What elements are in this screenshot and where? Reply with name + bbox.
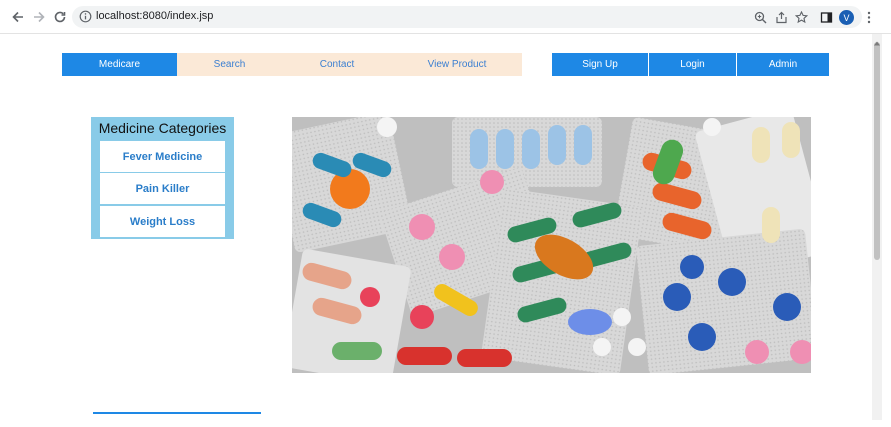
sign-up-button[interactable]: Sign Up [552,53,649,76]
url-text[interactable]: localhost:8080/index.jsp [96,10,213,22]
pills-illustration [292,117,811,373]
nav-search[interactable]: Search [177,53,282,76]
scroll-up-icon[interactable] [873,34,881,46]
zoom-icon[interactable] [752,9,768,25]
category-pain-killer[interactable]: Pain Killer [100,173,225,205]
address-bar[interactable]: localhost:8080/index.jsp [72,6,862,28]
kebab-menu-icon[interactable] [861,9,877,25]
forward-arrow-icon[interactable] [31,9,47,25]
category-weight-loss[interactable]: Weight Loss [100,206,225,238]
info-icon[interactable] [79,10,92,28]
category-fever-medicine[interactable]: Fever Medicine [100,141,225,173]
nav-view-product[interactable]: View Product [392,53,522,76]
side-panel-icon[interactable] [818,9,834,25]
login-button[interactable]: Login [649,53,737,76]
admin-button[interactable]: Admin [737,53,829,76]
account-navbar: Sign Up Login Admin [552,53,829,76]
hero-pills-image [292,117,811,373]
share-icon[interactable] [773,9,789,25]
browser-toolbar: localhost:8080/index.jsp V [0,0,891,34]
categories-title: Medicine Categories [98,120,227,136]
main-navbar: Medicare Search Contact View Product [62,53,522,76]
scrollbar-thumb[interactable] [874,42,880,260]
nav-medicare[interactable]: Medicare [62,53,177,76]
reload-icon[interactable] [52,9,68,25]
footer-divider [93,412,261,414]
nav-contact[interactable]: Contact [282,53,392,76]
profile-avatar[interactable]: V [839,10,854,25]
back-arrow-icon[interactable] [10,9,26,25]
star-icon[interactable] [793,9,809,25]
medicine-categories-panel: Medicine Categories Fever Medicine Pain … [91,117,234,239]
